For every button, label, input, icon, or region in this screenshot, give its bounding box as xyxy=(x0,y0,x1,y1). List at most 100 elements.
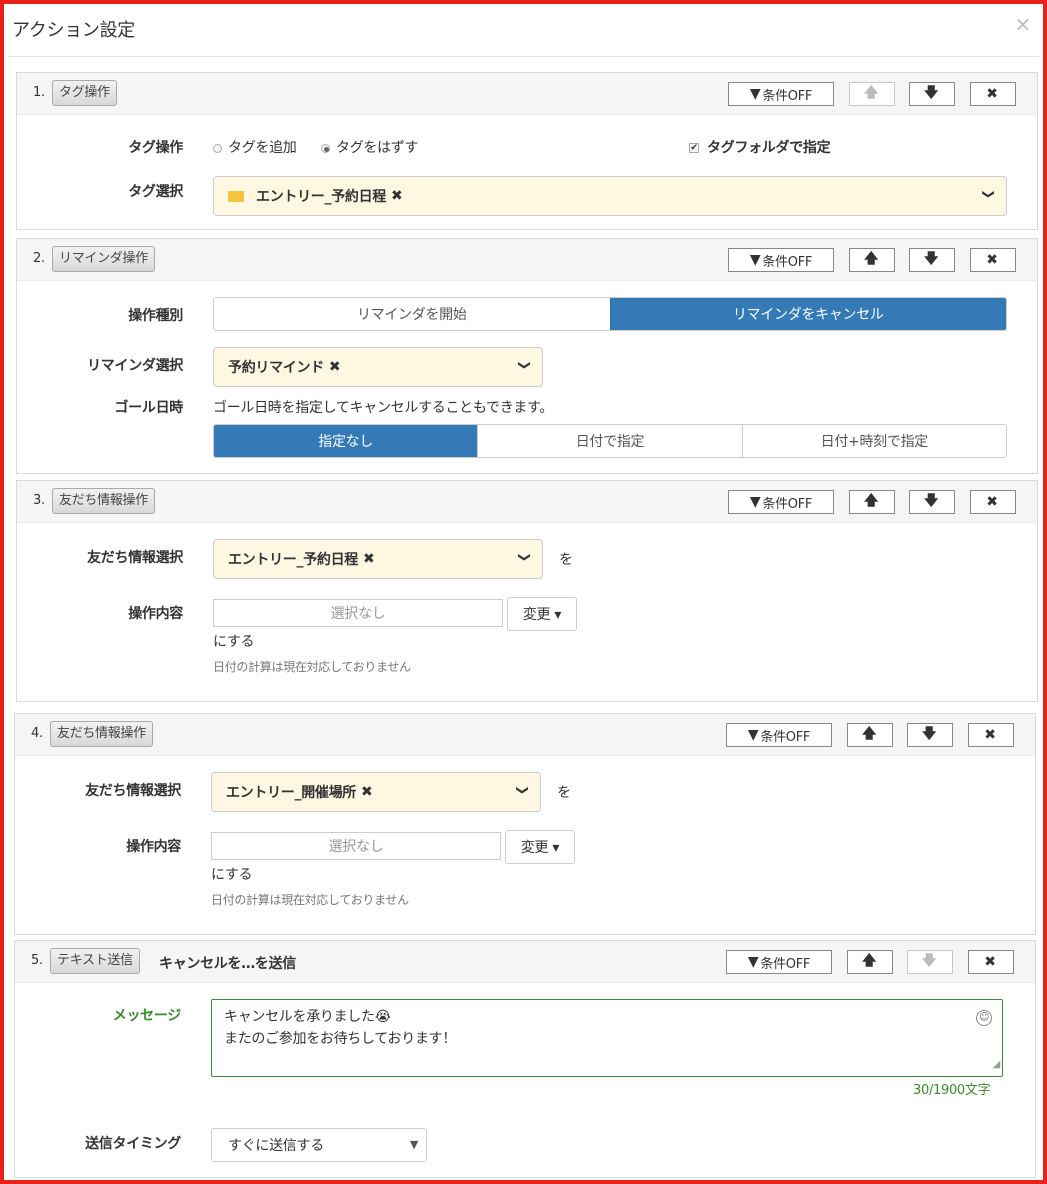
reminder-select[interactable]: 予約リマインド ✖ ❯ xyxy=(213,347,543,387)
date-calc-note: 日付の計算は現在対応しておりません xyxy=(213,660,411,674)
modal-frame: アクション設定 × 1. タグ操作 ▼ 条件OFF 🡅 🡇 ✖ タグ操作 タグを追… xyxy=(0,0,1047,1184)
friend-info-select-label: 友だち情報選択 xyxy=(85,783,181,799)
panel-type-badge: 友だち情報操作 xyxy=(50,721,153,747)
move-up-button[interactable]: 🡅 xyxy=(849,248,895,272)
send-timing-select[interactable]: すぐに送信する ▼ xyxy=(211,1128,427,1162)
remove-icon[interactable]: ✖ xyxy=(361,784,373,800)
goal-date[interactable]: 日付で指定 xyxy=(477,425,742,457)
wo-particle: を xyxy=(559,552,573,568)
action-panel-1: 1. タグ操作 ▼ 条件OFF 🡅 🡇 ✖ タグ操作 タグを追加 タグをはずす ✔… xyxy=(16,72,1038,230)
panel-type-badge: テキスト送信 xyxy=(50,948,140,974)
delete-button[interactable]: ✖ xyxy=(970,248,1016,272)
change-button[interactable]: 変更 ▾ xyxy=(505,830,575,864)
close-icon: ✖ xyxy=(986,494,998,510)
close-icon: ✖ xyxy=(984,727,996,743)
move-up-button[interactable]: 🡅 xyxy=(847,723,893,747)
arrow-up-icon: 🡅 xyxy=(861,953,877,969)
panel-summary: キャンセルを…を送信 xyxy=(159,956,296,972)
op-type-start[interactable]: リマインダを開始 xyxy=(214,298,610,330)
radio-remove-tag[interactable]: タグをはずす xyxy=(321,137,419,157)
checkbox-icon: ✔ xyxy=(689,143,699,153)
goal-toggle: 指定なし 日付で指定 日付+時刻で指定 xyxy=(213,424,1007,458)
filter-icon: ▼ xyxy=(749,494,761,510)
arrow-down-icon: 🡇 xyxy=(921,953,937,969)
move-up-button[interactable]: 🡅 xyxy=(849,82,895,106)
selected-friend-info: エントリー_開催場所 xyxy=(226,785,356,801)
remove-icon[interactable]: ✖ xyxy=(391,188,403,204)
condition-off-button[interactable]: ▼ 条件OFF xyxy=(728,490,834,514)
delete-button[interactable]: ✖ xyxy=(970,490,1016,514)
caret-down-icon: ▼ xyxy=(409,1138,418,1151)
move-up-button[interactable]: 🡅 xyxy=(847,950,893,974)
radio-icon xyxy=(213,143,222,153)
modal-title: アクション設定 xyxy=(12,20,135,41)
wo-particle: を xyxy=(557,785,571,801)
action-panel-2: 2. リマインダ操作 ▼ 条件OFF 🡅 🡇 ✖ 操作種別 リマインダを開始 リマ… xyxy=(16,238,1038,474)
action-panel-5: 5. テキスト送信 キャンセルを…を送信 ▼ 条件OFF 🡅 🡇 ✖ メッセージ … xyxy=(14,940,1036,1178)
close-icon: ✖ xyxy=(986,86,998,102)
remove-icon[interactable]: ✖ xyxy=(363,551,375,567)
tag-select-label: タグ選択 xyxy=(128,184,183,200)
move-down-button[interactable]: 🡇 xyxy=(909,82,955,106)
friend-info-select[interactable]: エントリー_予約日程 ✖ ❯ xyxy=(213,539,543,579)
resize-handle-icon[interactable]: ◢ xyxy=(993,1054,1001,1076)
goal-none[interactable]: 指定なし xyxy=(214,425,478,457)
panel-header: 3. 友だち情報操作 ▼ 条件OFF 🡅 🡇 ✖ xyxy=(17,481,1037,523)
panel-type-badge: リマインダ操作 xyxy=(52,246,155,272)
filter-icon: ▼ xyxy=(747,954,759,970)
arrow-down-icon: 🡇 xyxy=(923,85,939,101)
move-down-button[interactable]: 🡇 xyxy=(909,248,955,272)
radio-icon xyxy=(321,143,330,153)
panel-type-badge: タグ操作 xyxy=(52,80,117,106)
op-type-label: 操作種別 xyxy=(128,308,183,324)
emoji-icon[interactable]: ☺ xyxy=(976,1010,992,1026)
arrow-up-icon: 🡅 xyxy=(863,85,879,101)
panel-type-badge: 友だち情報操作 xyxy=(52,488,155,514)
panel-header: 4. 友だち情報操作 ▼ 条件OFF 🡅 🡇 ✖ xyxy=(15,714,1035,756)
move-down-button[interactable]: 🡇 xyxy=(907,723,953,747)
folder-icon xyxy=(228,190,244,202)
char-counter: 30/1900文字 xyxy=(913,1083,991,1098)
panel-header: 1. タグ操作 ▼ 条件OFF 🡅 🡇 ✖ xyxy=(17,73,1037,115)
radio-add-label: タグを追加 xyxy=(228,140,297,156)
radio-add-tag[interactable]: タグを追加 xyxy=(213,137,297,157)
move-down-button[interactable]: 🡇 xyxy=(909,490,955,514)
condition-off-label: 条件OFF xyxy=(762,496,813,512)
reminder-select-label: リマインダ選択 xyxy=(87,358,183,374)
remove-icon[interactable]: ✖ xyxy=(329,359,341,375)
chevron-down-icon: ❯ xyxy=(516,785,531,795)
op-type-cancel[interactable]: リマインダをキャンセル xyxy=(609,298,1006,330)
goal-label: ゴール日時 xyxy=(114,400,184,416)
move-up-button[interactable]: 🡅 xyxy=(849,490,895,514)
tag-folder-checkbox[interactable]: ✔ タグフォルダで指定 xyxy=(689,137,831,157)
message-textarea[interactable]: キャンセルを承りました😭 またのご参加をお待ちしております！ ☺ ◢ xyxy=(211,999,1003,1077)
filter-icon: ▼ xyxy=(747,727,759,743)
goal-datetime[interactable]: 日付+時刻で指定 xyxy=(741,425,1006,457)
close-icon[interactable]: × xyxy=(1015,12,1032,36)
radio-remove-label: タグをはずす xyxy=(336,140,419,156)
condition-off-button[interactable]: ▼ 条件OFF xyxy=(726,723,832,747)
delete-button[interactable]: ✖ xyxy=(968,723,1014,747)
op-content-label: 操作内容 xyxy=(128,606,183,622)
condition-off-button[interactable]: ▼ 条件OFF xyxy=(728,82,834,106)
delete-button[interactable]: ✖ xyxy=(968,950,1014,974)
condition-off-button[interactable]: ▼ 条件OFF xyxy=(726,950,832,974)
friend-info-select[interactable]: エントリー_開催場所 ✖ ❯ xyxy=(211,772,541,812)
close-icon: ✖ xyxy=(986,252,998,268)
condition-off-button[interactable]: ▼ 条件OFF xyxy=(728,248,834,272)
condition-off-label: 条件OFF xyxy=(762,88,813,104)
tag-op-label: タグ操作 xyxy=(128,140,183,156)
action-panel-4: 4. 友だち情報操作 ▼ 条件OFF 🡅 🡇 ✖ 友だち情報選択 エントリー_開催… xyxy=(14,713,1036,935)
close-icon: ✖ xyxy=(984,954,996,970)
chevron-down-icon: ❯ xyxy=(982,189,997,199)
panel-header: 5. テキスト送信 キャンセルを…を送信 ▼ 条件OFF 🡅 🡇 ✖ xyxy=(15,941,1035,983)
chevron-down-icon: ❯ xyxy=(518,552,533,562)
delete-button[interactable]: ✖ xyxy=(970,82,1016,106)
move-down-button[interactable]: 🡇 xyxy=(907,950,953,974)
arrow-down-icon: 🡇 xyxy=(923,493,939,509)
message-label: メッセージ xyxy=(112,1008,182,1024)
tag-select[interactable]: エントリー_予約日程 ✖ ❯ xyxy=(213,176,1007,216)
op-content-input[interactable]: 選択なし xyxy=(213,599,503,627)
op-content-input[interactable]: 選択なし xyxy=(211,832,501,860)
change-button[interactable]: 変更 ▾ xyxy=(507,597,577,631)
